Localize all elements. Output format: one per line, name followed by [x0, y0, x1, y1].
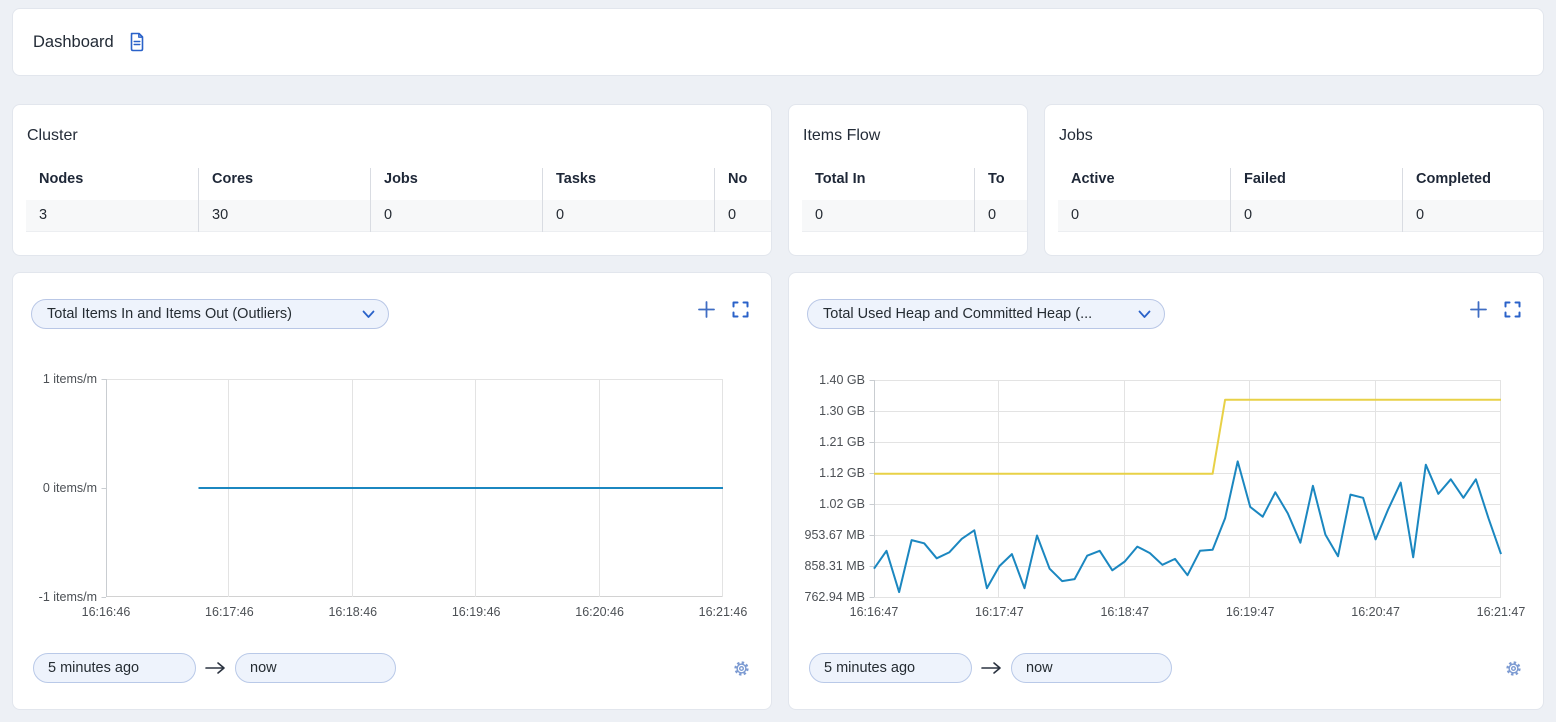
x-axis-label: 16:21:47 — [1466, 605, 1536, 619]
stat-col-tasks: Tasks 0 — [542, 168, 714, 232]
stat-label: No — [715, 168, 772, 200]
jobs-card-title: Jobs — [1059, 127, 1543, 145]
stat-col-nodes: Nodes 3 — [26, 168, 198, 232]
stat-col-completed: Completed 0 — [1402, 168, 1544, 232]
y-axis-label: 0 items/m — [13, 481, 97, 495]
time-from-input[interactable] — [33, 653, 196, 683]
stat-value: 0 — [1231, 200, 1402, 232]
series-line — [874, 461, 1501, 592]
y-axis-label: 858.31 MB — [789, 559, 865, 573]
stat-value: 30 — [199, 200, 370, 232]
stat-col-failed: Failed 0 — [1230, 168, 1402, 232]
x-axis-label: 16:18:47 — [1090, 605, 1160, 619]
stat-col-jobs: Jobs 0 — [370, 168, 542, 232]
x-axis-label: 16:19:46 — [441, 605, 511, 619]
y-axis-label: -1 items/m — [13, 590, 97, 604]
dashboard-page: Dashboard Cluster Nodes 3 Cores 30 — [0, 0, 1556, 722]
arrow-right-icon — [205, 661, 226, 675]
gear-icon[interactable] — [732, 659, 751, 678]
x-axis-label: 16:20:46 — [565, 605, 635, 619]
stat-label: Completed — [1403, 168, 1544, 200]
charts-row: Total Items In and Items Out (Outliers) … — [12, 272, 1544, 710]
gear-icon[interactable] — [1504, 659, 1523, 678]
items-flow-stats-table: Total In 0 To 0 — [802, 168, 1027, 232]
series-line — [874, 400, 1501, 474]
stat-label: Tasks — [543, 168, 714, 200]
x-axis-label: 16:19:47 — [1215, 605, 1285, 619]
stat-value: 0 — [1403, 200, 1544, 232]
y-axis-label: 953.67 MB — [789, 528, 865, 542]
items-flow-card: Items Flow Total In 0 To 0 — [788, 104, 1028, 256]
y-axis-label: 1 items/m — [13, 372, 97, 386]
x-axis-label: 16:17:47 — [964, 605, 1034, 619]
chart-footer-heap — [809, 653, 1523, 683]
plot-area — [106, 379, 723, 597]
stat-value: 0 — [715, 200, 772, 232]
y-axis-label: 762.94 MB — [789, 590, 865, 604]
jobs-stats-table: Active 0 Failed 0 Completed 0 — [1058, 168, 1543, 232]
stat-label: Jobs — [371, 168, 542, 200]
arrow-right-icon — [981, 661, 1002, 675]
x-axis-label: 16:16:47 — [839, 605, 909, 619]
items-chart: 1 items/m 0 items/m -1 items/m16:16:46 16:1… — [13, 273, 771, 709]
cluster-card: Cluster Nodes 3 Cores 30 Jobs 0 Tasks 0 — [12, 104, 772, 256]
stat-label: Active — [1058, 168, 1230, 200]
document-icon — [127, 31, 147, 53]
page-header: Dashboard — [12, 8, 1544, 76]
x-axis-label: 16:18:46 — [318, 605, 388, 619]
stat-value: 0 — [371, 200, 542, 232]
stat-value: 0 — [1058, 200, 1230, 232]
y-axis-label: 1.40 GB — [789, 373, 865, 387]
jobs-card: Jobs Active 0 Failed 0 Completed 0 — [1044, 104, 1544, 256]
stat-label: Total In — [802, 168, 974, 200]
x-axis-label: 16:20:47 — [1341, 605, 1411, 619]
cluster-stats-table: Nodes 3 Cores 30 Jobs 0 Tasks 0 No 0 — [26, 168, 771, 232]
stat-value: 0 — [802, 200, 974, 232]
stat-label: Cores — [199, 168, 370, 200]
stat-label: To — [975, 168, 1028, 200]
stat-col-total-out-clipped: To 0 — [974, 168, 1028, 232]
chart-footer-items — [33, 653, 751, 683]
stat-label: Failed — [1231, 168, 1402, 200]
time-to-input[interactable] — [235, 653, 396, 683]
y-axis-label: 1.30 GB — [789, 404, 865, 418]
chart-panel-heap: Total Used Heap and Committed Heap (... … — [788, 272, 1544, 710]
stats-row: Cluster Nodes 3 Cores 30 Jobs 0 Tasks 0 — [12, 104, 1544, 256]
stat-value: 0 — [543, 200, 714, 232]
y-axis-label: 1.21 GB — [789, 435, 865, 449]
stat-col-active: Active 0 — [1058, 168, 1230, 232]
page-title: Dashboard — [33, 33, 114, 52]
time-to-input[interactable] — [1011, 653, 1172, 683]
plot-area — [874, 380, 1501, 597]
chart-panel-items: Total Items In and Items Out (Outliers) … — [12, 272, 772, 710]
x-axis-label: 16:17:46 — [194, 605, 264, 619]
time-from-input[interactable] — [809, 653, 972, 683]
stat-col-total-in: Total In 0 — [802, 168, 974, 232]
items-flow-card-title: Items Flow — [803, 127, 1027, 145]
stat-value: 3 — [26, 200, 198, 232]
heap-chart: 1.40 GB 1.30 GB 1.21 GB 1.12 GB 1.02 GB 953.6… — [789, 273, 1543, 709]
x-axis-label: 16:16:46 — [71, 605, 141, 619]
stat-col-cores: Cores 30 — [198, 168, 370, 232]
x-axis-label: 16:21:46 — [688, 605, 758, 619]
y-axis-label: 1.12 GB — [789, 466, 865, 480]
stat-label: Nodes — [26, 168, 198, 200]
y-axis-label: 1.02 GB — [789, 497, 865, 511]
stat-value: 0 — [975, 200, 1028, 232]
cluster-card-title: Cluster — [27, 127, 771, 145]
stat-col-clipped: No 0 — [714, 168, 772, 232]
